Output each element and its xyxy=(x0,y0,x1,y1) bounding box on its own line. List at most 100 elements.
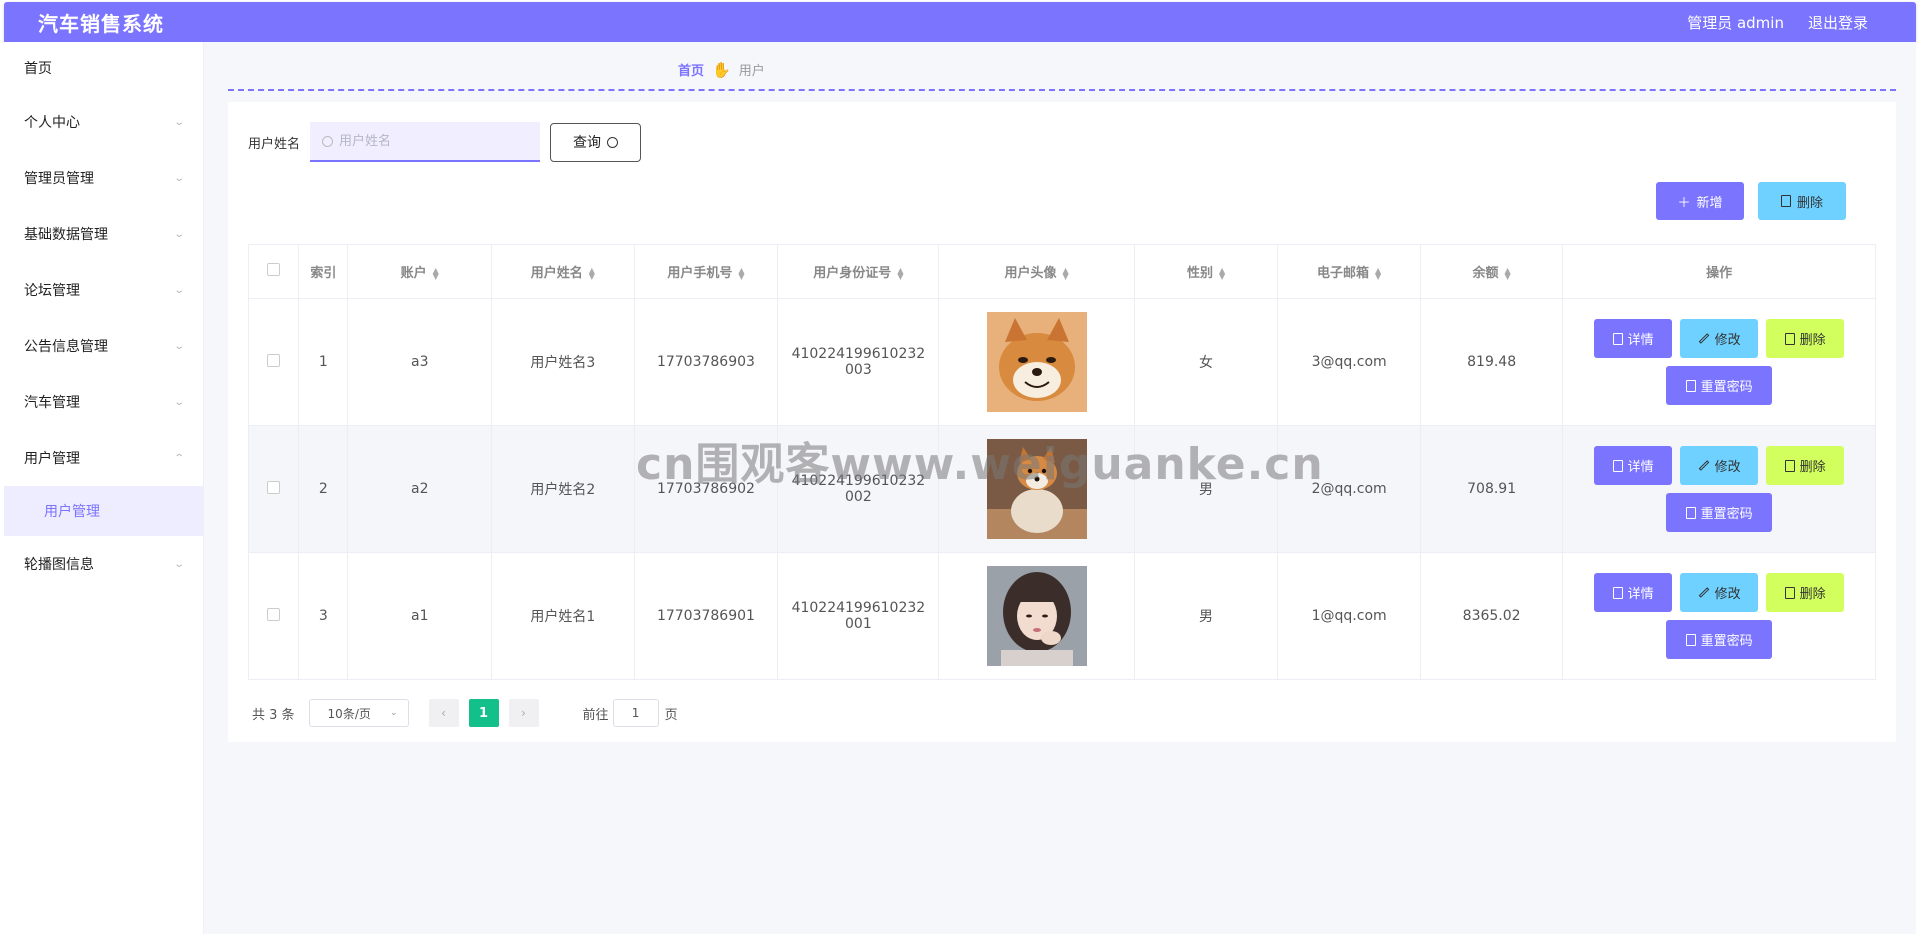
col-header-name[interactable]: 用户姓名 ▲ ▼ xyxy=(491,244,635,299)
sidebar-item-admin-management[interactable]: 管理员管理 ⌄ xyxy=(4,150,203,206)
sidebar-item-user-management[interactable]: 用户管理 ⌃ xyxy=(4,430,203,486)
cell-phone: 17703786901 xyxy=(633,552,779,680)
cell-avatar xyxy=(938,425,1135,553)
document-icon xyxy=(1685,633,1696,646)
row-checkbox[interactable] xyxy=(267,607,281,621)
sidebar-item-announcement[interactable]: 公告信息管理 ⌄ xyxy=(4,318,203,374)
cell-balance: 8365.02 xyxy=(1419,552,1564,680)
goto-label: 前往 xyxy=(582,707,609,723)
search-input[interactable] xyxy=(339,133,520,149)
search-field[interactable] xyxy=(310,122,541,162)
sort-icon[interactable]: ▲ ▼ xyxy=(1375,266,1381,280)
detail-button[interactable]: 详情 xyxy=(1594,446,1673,485)
chevron-right-icon: › xyxy=(521,706,526,720)
table-row: 3 a1 用户姓名1 17703786901 410224199610232 00… xyxy=(247,552,1876,680)
edit-button[interactable]: 修改 xyxy=(1680,446,1759,485)
reset-password-button[interactable]: 重置密码 xyxy=(1666,493,1773,532)
pagination: 共 3 条 10条/页 ⌄ ‹ 1 › 前往 1 页 xyxy=(252,699,678,727)
user-table: 索引 账户 ▲ ▼ 用户姓名 ▲ ▼ 用户手机号 ▲ ▼ 用户身份证号 ▲ ▼ 用户头像 ▲ ▼ 性… xyxy=(247,244,1876,680)
sort-icon[interactable]: ▲ ▼ xyxy=(1219,266,1225,280)
sidebar-subitem-user-management[interactable]: 用户管理 xyxy=(4,486,203,536)
edit-icon xyxy=(1698,587,1709,598)
cell-idcard: 410224199610232 003 xyxy=(777,298,940,426)
sidebar-item-car-management[interactable]: 汽车管理 ⌄ xyxy=(4,374,203,430)
delete-button[interactable]: 删除 xyxy=(1766,573,1845,612)
delete-button[interactable]: 删除 xyxy=(1766,446,1845,485)
divider xyxy=(228,89,1896,91)
edit-button[interactable]: 修改 xyxy=(1680,573,1759,612)
goto-page-input[interactable]: 1 xyxy=(612,699,659,727)
avatar-girl-portrait xyxy=(986,566,1087,666)
col-header-idcard[interactable]: 用户身份证号 ▲ ▼ xyxy=(777,244,940,299)
sidebar-item-carousel[interactable]: 轮播图信息 ⌄ xyxy=(4,536,203,592)
col-header-gender[interactable]: 性别 ▲ ▼ xyxy=(1133,244,1279,299)
query-button[interactable]: 查询 xyxy=(550,122,642,162)
sidebar-item-home[interactable]: 首页 xyxy=(4,42,203,94)
col-header-phone[interactable]: 用户手机号 ▲ ▼ xyxy=(633,244,779,299)
reset-password-button[interactable]: 重置密码 xyxy=(1666,366,1773,405)
sidebar-item-basic-data[interactable]: 基础数据管理 ⌄ xyxy=(4,206,203,262)
search-row: 用户姓名 查询 xyxy=(248,122,642,162)
cell-phone: 17703786903 xyxy=(633,298,779,426)
edit-button[interactable]: 修改 xyxy=(1680,319,1759,358)
chevron-down-icon: ⌄ xyxy=(172,558,185,570)
cell-email: 1@qq.com xyxy=(1277,552,1421,680)
admin-user-label[interactable]: 管理员 admin xyxy=(1687,12,1784,33)
edit-icon xyxy=(1698,460,1709,471)
page-size-select[interactable]: 10条/页 ⌄ xyxy=(308,699,409,727)
cell-gender: 男 xyxy=(1133,425,1279,553)
avatar-shiba-smile xyxy=(986,312,1087,412)
chevron-down-icon: ⌄ xyxy=(172,340,185,352)
delete-button[interactable]: 删除 xyxy=(1766,319,1845,358)
logout-link[interactable]: 退出登录 xyxy=(1808,12,1868,33)
sort-icon[interactable]: ▲ ▼ xyxy=(589,266,595,280)
cell-name: 用户姓名1 xyxy=(491,552,635,680)
plus-icon: ＋ xyxy=(1677,195,1691,211)
cell-gender: 女 xyxy=(1133,298,1279,426)
reset-password-button[interactable]: 重置密码 xyxy=(1666,620,1773,659)
cell-name: 用户姓名2 xyxy=(491,425,635,553)
detail-button[interactable]: 详情 xyxy=(1594,319,1673,358)
chevron-down-icon: ⌄ xyxy=(390,708,398,718)
document-icon xyxy=(1685,379,1696,392)
search-icon xyxy=(607,136,619,148)
total-count: 共 3 条 xyxy=(252,707,295,723)
sidebar-item-personal-center[interactable]: 个人中心 ⌄ xyxy=(4,94,203,150)
batch-delete-button[interactable]: 删除 xyxy=(1758,182,1846,220)
breadcrumb-home[interactable]: 首页 xyxy=(678,60,704,79)
trash-icon xyxy=(1784,459,1795,472)
col-header-avatar[interactable]: 用户头像 ▲ ▼ xyxy=(938,244,1135,299)
sort-icon[interactable]: ▲ ▼ xyxy=(1063,266,1069,280)
chevron-down-icon: ⌄ xyxy=(172,116,185,128)
chevron-down-icon: ⌄ xyxy=(172,396,185,408)
document-icon xyxy=(1612,459,1623,472)
row-checkbox[interactable] xyxy=(267,480,281,494)
sidebar-item-forum[interactable]: 论坛管理 ⌄ xyxy=(4,262,203,318)
sort-icon[interactable]: ▲ ▼ xyxy=(1505,266,1511,280)
chevron-down-icon: ⌄ xyxy=(172,228,185,240)
cell-email: 2@qq.com xyxy=(1277,425,1421,553)
chevron-down-icon: ⌄ xyxy=(172,284,185,296)
cell-ops: 详情 修改 删除 重置密码 xyxy=(1562,425,1876,553)
add-button[interactable]: ＋新增 xyxy=(1656,182,1744,220)
next-page-button[interactable]: › xyxy=(508,699,539,727)
chevron-up-icon: ⌃ xyxy=(172,452,185,464)
select-all-checkbox[interactable] xyxy=(267,263,281,276)
col-header-email[interactable]: 电子邮箱 ▲ ▼ xyxy=(1277,244,1421,299)
action-buttons: ＋新增 删除 xyxy=(1656,182,1846,220)
cell-ops: 详情 修改 删除 重置密码 xyxy=(1562,552,1876,680)
sort-icon[interactable]: ▲ ▼ xyxy=(738,266,744,280)
col-header-account[interactable]: 账户 ▲ ▼ xyxy=(347,244,493,299)
row-checkbox[interactable] xyxy=(267,353,281,367)
avatar-shiba-sit xyxy=(986,439,1087,539)
top-header: 汽车销售系统 管理员 admin 退出登录 xyxy=(4,2,1916,42)
col-header-balance[interactable]: 余额 ▲ ▼ xyxy=(1419,244,1564,299)
cell-account: a2 xyxy=(347,425,493,553)
prev-page-button[interactable]: ‹ xyxy=(428,699,459,727)
detail-button[interactable]: 详情 xyxy=(1594,573,1673,612)
sort-icon[interactable]: ▲ ▼ xyxy=(433,266,439,280)
page-number-current[interactable]: 1 xyxy=(468,699,499,727)
header-select-all[interactable] xyxy=(247,244,300,299)
sort-icon[interactable]: ▲ ▼ xyxy=(897,266,903,280)
sidebar: 首页 个人中心 ⌄ 管理员管理 ⌄ 基础数据管理 ⌄ 论坛管理 ⌄ 公告信息管理 ⌄ 汽车… xyxy=(4,42,204,934)
